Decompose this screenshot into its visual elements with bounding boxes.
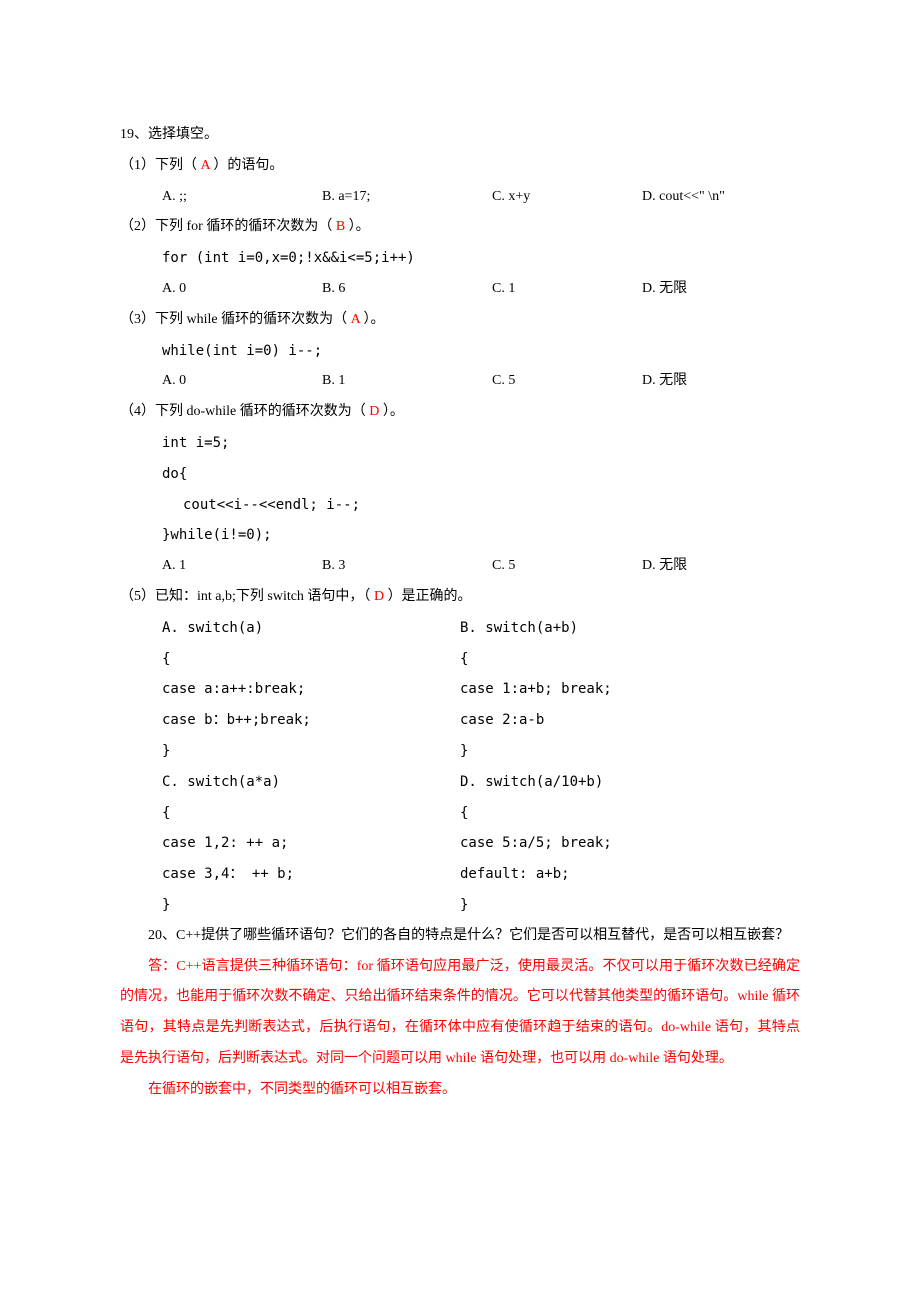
q19-s4-ans: D [369, 404, 379, 419]
q19-s3-options: A. 0 B. 1 C. 5 D. 无限 [120, 366, 800, 397]
opt-c: C. 5 [492, 366, 642, 397]
code-line: } [162, 736, 460, 767]
q19-s4-code1: int i=5; [120, 428, 800, 459]
q20-answer-2: 在循环的嵌套中，不同类型的循环可以相互嵌套。 [120, 1075, 800, 1106]
q19-s1-pre: （1）下列（ [120, 158, 201, 173]
q19-s5-d: D. switch(a/10+b) { case 5:a/5; break; d… [460, 767, 612, 921]
q19-sub4-stem: （4）下列 do-while 循环的循环次数为（ D ）。 [120, 397, 800, 428]
opt-a: A. 0 [162, 274, 322, 305]
opt-b: B. a=17; [322, 182, 492, 213]
opt-c: C. x+y [492, 182, 642, 213]
code-line: A. switch(a) [162, 613, 460, 644]
code-line: C. switch(a*a) [162, 767, 460, 798]
q19-s1-options: A. ;; B. a=17; C. x+y D. cout<<" \n" [120, 182, 800, 213]
q19-sub2-stem: （2）下列 for 循环的循环次数为（ B ）。 [120, 212, 800, 243]
q19-s3-post: ）。 [360, 312, 385, 327]
opt-a: A. 0 [162, 366, 322, 397]
q19-s5-post: ）是正确的。 [384, 589, 472, 604]
q19-s5-pre: （5）已知：int a,b;下列 switch 语句中，（ [120, 589, 374, 604]
q19-s1-ans: A [201, 158, 210, 173]
q19-s2-post: ）。 [345, 219, 370, 234]
opt-d: D. 无限 [642, 366, 687, 397]
opt-c: C. 1 [492, 274, 642, 305]
q20-answer-1: 答：C++语言提供三种循环语句：for 循环语句应用最广泛，使用最灵活。不仅可以… [120, 952, 800, 1075]
q19-sub1-stem: （1）下列（ A ）的语句。 [120, 151, 800, 182]
q19-s5-ans: D [374, 589, 384, 604]
code-line: default: a+b; [460, 859, 612, 890]
code-line: } [162, 890, 460, 921]
q19-s5-b: B. switch(a+b) { case 1:a+b; break; case… [460, 613, 612, 767]
opt-a: A. 1 [162, 551, 322, 582]
opt-a: A. ;; [162, 182, 322, 213]
q19-s2-ans: B [336, 219, 345, 234]
q20-question: 20、C++提供了哪些循环语句？它们的各自的特点是什么？它们是否可以相互替代，是… [120, 921, 800, 952]
code-line: { [460, 798, 612, 829]
code-line: { [460, 644, 612, 675]
q19-s3-ans: A [351, 312, 360, 327]
q19-s2-code: for (int i=0,x=0;!x&&i<=5;i++) [120, 243, 800, 274]
q19-s2-pre: （2）下列 for 循环的循环次数为（ [120, 219, 336, 234]
opt-b: B. 6 [322, 274, 492, 305]
q19-s4-options: A. 1 B. 3 C. 5 D. 无限 [120, 551, 800, 582]
q19-s4-code2: do{ [120, 459, 800, 490]
q19-s5-row-ab: A. switch(a) { case a:a++:break; case b：… [120, 613, 800, 767]
opt-d: D. 无限 [642, 274, 687, 305]
code-line: case a:a++:break; [162, 674, 460, 705]
opt-b: B. 1 [322, 366, 492, 397]
q19-s4-code4: }while(i!=0); [120, 520, 800, 551]
code-line: { [162, 644, 460, 675]
q19-s4-code3: cout<<i--<<endl; i--; [120, 490, 800, 521]
code-line: case 1,2: ++ a; [162, 828, 460, 859]
code-line: } [460, 736, 612, 767]
code-line: B. switch(a+b) [460, 613, 612, 644]
opt-c: C. 5 [492, 551, 642, 582]
q19-s5-c: C. switch(a*a) { case 1,2: ++ a; case 3,… [120, 767, 460, 921]
q19-s3-code: while(int i=0) i--; [120, 336, 800, 367]
q19-s1-post: ）的语句。 [210, 158, 284, 173]
code-line: { [162, 798, 460, 829]
q19-sub5-stem: （5）已知：int a,b;下列 switch 语句中，（ D ）是正确的。 [120, 582, 800, 613]
code-line: case b：b++;break; [162, 705, 460, 736]
q19-s4-pre: （4）下列 do-while 循环的循环次数为（ [120, 404, 369, 419]
opt-d: D. cout<<" \n" [642, 182, 725, 213]
q19-s4-post: ）。 [379, 404, 404, 419]
code-line: case 5:a/5; break; [460, 828, 612, 859]
opt-b: B. 3 [322, 551, 492, 582]
q19-s5-row-cd: C. switch(a*a) { case 1,2: ++ a; case 3,… [120, 767, 800, 921]
q19-s3-pre: （3）下列 while 循环的循环次数为（ [120, 312, 351, 327]
opt-d: D. 无限 [642, 551, 687, 582]
code-line: D. switch(a/10+b) [460, 767, 612, 798]
code-line: case 1:a+b; break; [460, 674, 612, 705]
document-page: 19、选择填空。 （1）下列（ A ）的语句。 A. ;; B. a=17; C… [0, 0, 920, 1302]
code-line: case 2:a-b [460, 705, 612, 736]
code-line: } [460, 890, 612, 921]
q19-sub3-stem: （3）下列 while 循环的循环次数为（ A ）。 [120, 305, 800, 336]
q19-s5-a: A. switch(a) { case a:a++:break; case b：… [120, 613, 460, 767]
code-line: case 3,4： ++ b; [162, 859, 460, 890]
q19-s2-options: A. 0 B. 6 C. 1 D. 无限 [120, 274, 800, 305]
q19-title: 19、选择填空。 [120, 120, 800, 151]
